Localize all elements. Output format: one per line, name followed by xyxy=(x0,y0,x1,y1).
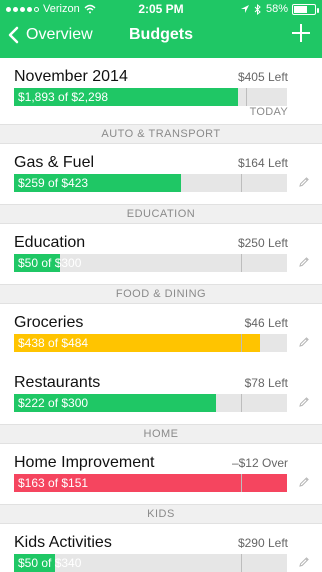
bluetooth-icon xyxy=(254,3,261,15)
budget-amount: $222 of $300 xyxy=(18,396,89,410)
budget-progress-bar: $50 of $300 xyxy=(14,254,287,272)
budget-amount: $50 of $340 xyxy=(18,556,82,570)
today-marker xyxy=(240,474,242,492)
overview-progress-bar: $1,893 of $2,298 xyxy=(14,88,287,106)
budget-amount: $163 of $151 xyxy=(18,476,89,490)
pencil-icon[interactable] xyxy=(298,396,310,408)
battery-tip xyxy=(317,7,319,13)
overview-budget[interactable]: November 2014 $405 Left $1,893 of $2,298… xyxy=(0,58,322,124)
battery-icon xyxy=(292,3,319,15)
pencil-icon[interactable] xyxy=(298,556,310,568)
status-bar: Verizon 2:05 PM 58% xyxy=(0,0,322,18)
budget-remaining: $164 Left xyxy=(237,156,288,170)
budget-row[interactable]: Groceries $46 Left $438 of $484 xyxy=(0,304,322,364)
budget-progress-bar: $163 of $151 xyxy=(14,474,287,492)
section-header: KIDS xyxy=(0,504,322,524)
today-marker xyxy=(240,254,242,272)
location-arrow-icon xyxy=(240,5,249,13)
add-button[interactable] xyxy=(290,22,312,44)
budget-name: Groceries xyxy=(14,314,84,331)
budget-amount: $50 of $300 xyxy=(18,256,82,270)
navigation-bar: Overview Budgets xyxy=(0,20,322,56)
section-header: FOOD & DINING xyxy=(0,284,322,304)
budget-remaining: $46 Left xyxy=(244,316,288,330)
budget-remaining: –$12 Over xyxy=(231,456,288,470)
today-marker xyxy=(240,394,242,412)
budget-list: November 2014 $405 Left $1,893 of $2,298… xyxy=(0,58,322,572)
pencil-icon[interactable] xyxy=(298,336,310,348)
today-marker xyxy=(240,554,242,572)
today-marker xyxy=(240,334,242,352)
app-header: Verizon 2:05 PM 58% Overview Budgets xyxy=(0,0,322,58)
budget-row[interactable]: Home Improvement –$12 Over $163 of $151 xyxy=(0,444,322,504)
pencil-icon[interactable] xyxy=(298,256,310,268)
today-marker xyxy=(240,174,242,192)
overview-title: November 2014 xyxy=(14,68,128,85)
budget-row[interactable]: Kids Activities $290 Left $50 of $340 xyxy=(0,524,322,572)
budget-row[interactable]: Education $250 Left $50 of $300 xyxy=(0,224,322,284)
section-header: EDUCATION xyxy=(0,204,322,224)
budget-name: Gas & Fuel xyxy=(14,154,95,171)
page-title: Budgets xyxy=(129,26,193,43)
overview-left: $405 Left xyxy=(237,70,288,84)
budget-progress-bar: $259 of $423 xyxy=(14,174,287,192)
budget-remaining: $250 Left xyxy=(237,236,288,250)
budget-name: Restaurants xyxy=(14,374,101,391)
budget-name: Kids Activities xyxy=(14,534,112,551)
budget-amount: $438 of $484 xyxy=(18,336,89,350)
pencil-icon[interactable] xyxy=(298,476,310,488)
budget-remaining: $290 Left xyxy=(237,536,288,550)
budget-row[interactable]: Restaurants $78 Left $222 of $300 xyxy=(0,364,322,424)
section-header: AUTO & TRANSPORT xyxy=(0,124,322,144)
budget-progress-bar: $222 of $300 xyxy=(14,394,287,412)
section-header: HOME xyxy=(0,424,322,444)
budget-name: Home Improvement xyxy=(14,454,155,471)
budget-row[interactable]: Gas & Fuel $164 Left $259 of $423 xyxy=(0,144,322,204)
battery-percent: 58% xyxy=(265,3,288,15)
budget-name: Education xyxy=(14,234,86,251)
today-marker xyxy=(246,88,248,106)
today-label: TODAY xyxy=(249,106,288,118)
battery-level xyxy=(294,5,307,13)
overview-amount: $1,893 of $2,298 xyxy=(18,90,109,104)
status-right: 58% xyxy=(240,3,319,15)
budget-progress-bar: $50 of $340 xyxy=(14,554,287,572)
category-sections: AUTO & TRANSPORT Gas & Fuel $164 Left $259 … xyxy=(0,124,322,572)
budget-remaining: $78 Left xyxy=(244,376,288,390)
budget-amount: $259 of $423 xyxy=(18,176,89,190)
budget-progress-bar: $438 of $484 xyxy=(14,334,287,352)
pencil-icon[interactable] xyxy=(298,176,310,188)
